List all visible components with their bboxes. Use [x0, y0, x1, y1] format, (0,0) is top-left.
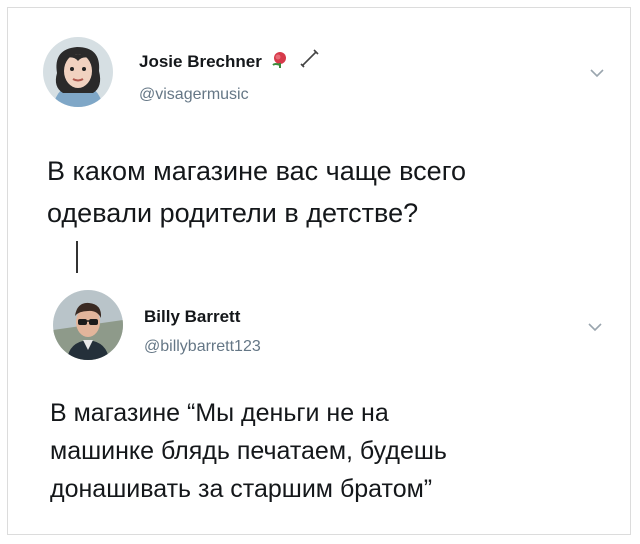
tweet-thread-card: Josie Brechner @visagermusic В каком маг…	[7, 7, 631, 535]
author-name[interactable]: Billy Barrett	[144, 307, 240, 327]
avatar-josie[interactable]	[43, 37, 113, 107]
chevron-down-icon[interactable]	[589, 68, 605, 78]
chevron-down-icon[interactable]	[587, 322, 603, 332]
tweet-text: В каком магазине вас чаще всего одевали …	[47, 156, 466, 228]
author-handle[interactable]: @visagermusic	[139, 86, 249, 104]
tweet-text: В магазине “Мы деньги не на машинке бляд…	[50, 399, 447, 503]
author-handle[interactable]: @billybarrett123	[144, 338, 261, 356]
thread-connector	[76, 241, 78, 273]
rose-icon	[270, 50, 290, 73]
avatar-billy[interactable]	[53, 290, 123, 360]
author-name[interactable]: Josie Brechner	[139, 48, 320, 75]
sword-icon	[298, 48, 320, 75]
